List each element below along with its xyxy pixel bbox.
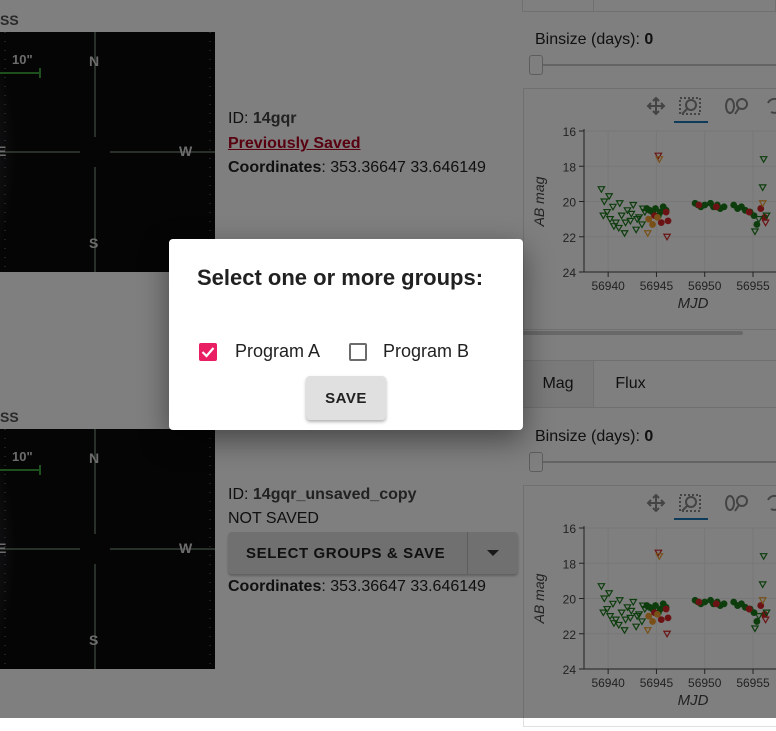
save-button[interactable]: SAVE	[306, 376, 386, 420]
checkbox-unchecked-icon[interactable]	[349, 342, 367, 361]
group-option-program-b[interactable]: Program B	[349, 341, 469, 362]
checkbox-checked-icon[interactable]	[199, 342, 217, 361]
dialog-title: Select one or more groups:	[197, 265, 484, 290]
checkmark-icon	[201, 346, 215, 358]
option-label: Program B	[383, 341, 470, 361]
select-groups-dialog: Select one or more groups: Program A Pro…	[169, 239, 523, 430]
group-option-program-a[interactable]: Program A	[199, 341, 320, 362]
option-label: Program A	[235, 341, 321, 361]
